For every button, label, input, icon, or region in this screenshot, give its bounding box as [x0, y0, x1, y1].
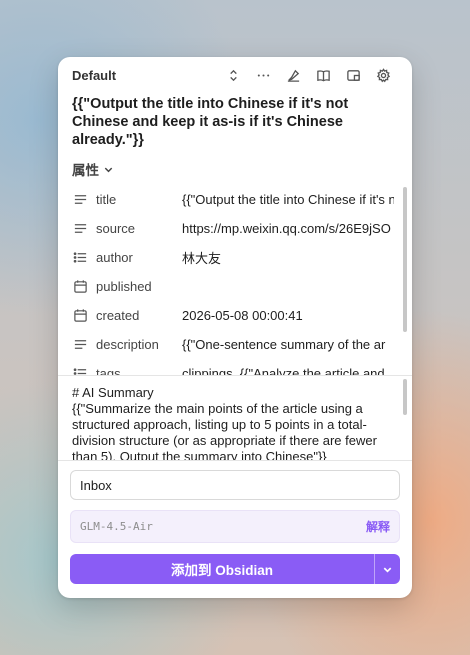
folder-input[interactable]: Inbox [70, 470, 400, 500]
property-row-tags[interactable]: tags clippings, {{"Analyze the article a… [72, 359, 394, 375]
property-key: description [96, 336, 159, 352]
property-key: published [96, 278, 152, 294]
calendar-icon [72, 278, 88, 294]
property-row-title[interactable]: title {{"Output the title into Chinese i… [72, 185, 394, 213]
reader-icon[interactable] [308, 60, 338, 90]
add-to-obsidian-group: 添加到 Obsidian [70, 554, 400, 584]
calendar-icon [72, 307, 88, 323]
property-row-author[interactable]: author 林大友 [72, 243, 394, 271]
add-to-obsidian-label: 添加到 Obsidian [170, 563, 273, 578]
property-value[interactable]: 林大友 [182, 248, 394, 267]
property-value[interactable]: {{"Output the title into Chinese if it's… [182, 192, 394, 207]
property-row-description[interactable]: description {{"One-sentence summary of t… [72, 330, 394, 358]
note-content[interactable]: # AI Summary {{"Summarize the main point… [72, 385, 394, 460]
property-value[interactable]: clippings, {{"Analyze the article and [182, 366, 394, 376]
property-key: author [96, 249, 133, 265]
model-selector[interactable]: GLM-4.5-Air [80, 520, 366, 533]
highlighter-icon[interactable] [278, 60, 308, 90]
list-icon [72, 365, 88, 375]
more-icon[interactable] [248, 60, 278, 90]
properties-list: title {{"Output the title into Chinese i… [58, 185, 412, 375]
interpret-button[interactable]: 解释 [366, 518, 390, 535]
note-title[interactable]: {{"Output the title into Chinese if it's… [72, 95, 398, 149]
vault-name[interactable]: Default [72, 68, 218, 83]
sidepanel-icon[interactable] [338, 60, 368, 90]
settings-icon[interactable] [368, 60, 398, 90]
properties-toggle[interactable]: 属性 [72, 159, 114, 179]
property-key: created [96, 307, 140, 323]
text-lines-icon [72, 336, 88, 352]
property-key: source [96, 220, 136, 236]
property-row-published[interactable]: published [72, 272, 394, 300]
property-value[interactable]: {{"One-sentence summary of the ar [182, 337, 394, 352]
add-to-obsidian-button[interactable]: 添加到 Obsidian [70, 554, 374, 584]
interpreter-box: GLM-4.5-Air 解释 [70, 510, 400, 543]
chevron-down-icon [104, 167, 113, 172]
chevron-up-down-icon[interactable] [218, 60, 248, 90]
divider [58, 460, 412, 461]
note-content-text: # AI Summary {{"Summarize the main point… [72, 385, 377, 460]
property-row-created[interactable]: created 2026-05-08 00:00:41 [72, 301, 394, 329]
add-options-button[interactable] [375, 554, 400, 584]
properties-label: 属性 [72, 163, 99, 178]
property-value[interactable]: 2026-05-08 00:00:41 [182, 308, 394, 323]
list-icon [72, 249, 88, 265]
property-key: tags [96, 365, 121, 376]
property-row-source[interactable]: source https://mp.weixin.qq.com/s/26E9jS… [72, 214, 394, 242]
content-scrollbar[interactable] [403, 379, 407, 415]
chevron-down-icon [383, 567, 392, 573]
divider [58, 375, 412, 376]
properties-scrollbar[interactable] [403, 187, 407, 332]
header-toolbar [218, 60, 398, 90]
property-value[interactable]: https://mp.weixin.qq.com/s/26E9jSO [182, 221, 394, 236]
text-lines-icon [72, 191, 88, 207]
folder-input-value: Inbox [80, 477, 112, 493]
property-key: title [96, 191, 117, 207]
text-lines-icon [72, 220, 88, 236]
clipper-panel: Default {{"Output the title into Chinese… [58, 57, 412, 598]
panel-header: Default [58, 57, 412, 93]
